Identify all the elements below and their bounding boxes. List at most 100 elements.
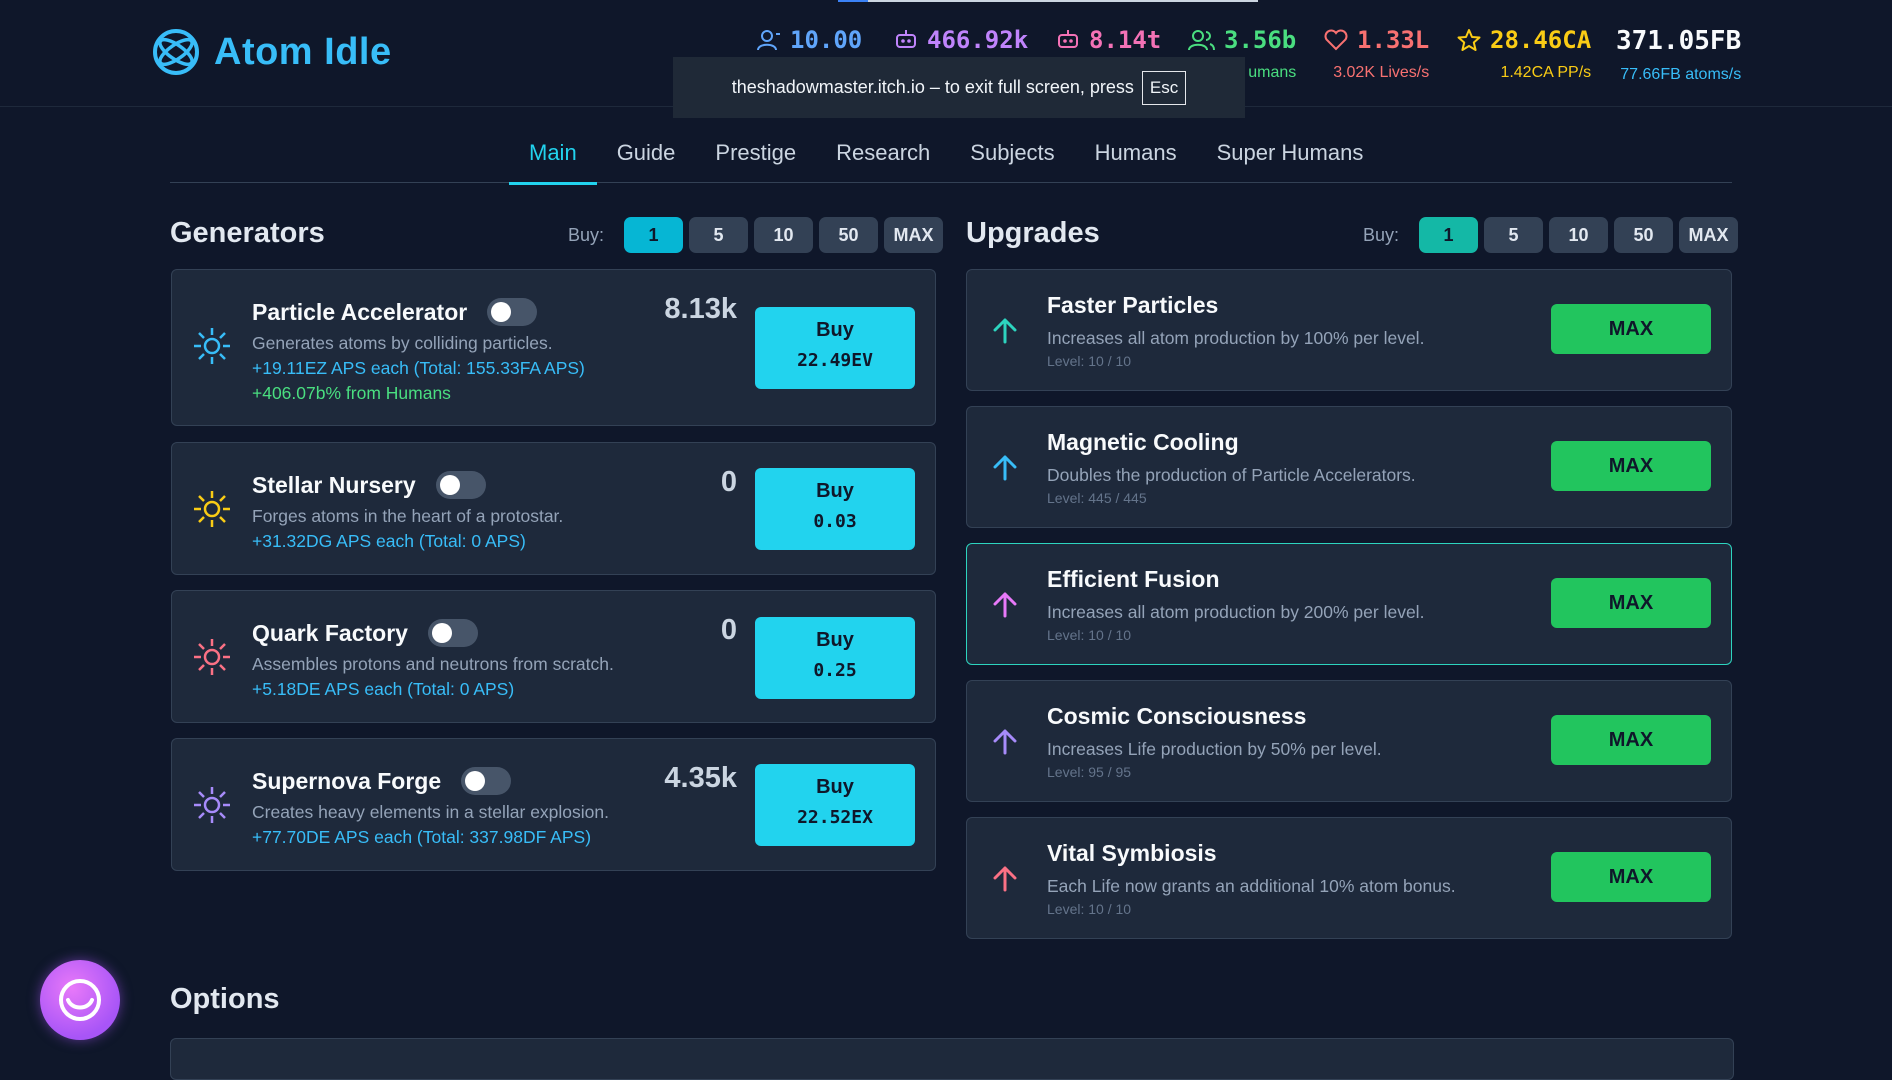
generator-desc: Creates heavy elements in a stellar expl… <box>252 802 609 822</box>
tab-main[interactable]: Main <box>509 130 597 185</box>
buy-button[interactable]: Buy 0.03 <box>755 468 915 550</box>
generator-aps: +19.11EZ APS each (Total: 155.33FA APS) <box>252 358 585 378</box>
generator-card-particle-accelerator: Particle Accelerator Generates atoms by … <box>171 269 936 426</box>
buy-label: Buy <box>816 480 854 502</box>
toast-text: theshadowmaster.itch.io – to exit full s… <box>731 77 1134 97</box>
upgrade-level: Level: 445 / 445 <box>1047 490 1147 506</box>
generator-desc: Forges atoms in the heart of a protostar… <box>252 506 564 526</box>
generator-card-supernova-forge: Supernova Forge Creates heavy elements i… <box>171 738 936 871</box>
stat-subjects: 10.00 <box>756 26 862 54</box>
max-button[interactable]: MAX <box>1551 304 1711 354</box>
generators-qty-max[interactable]: MAX <box>884 217 944 253</box>
generator-card-quark-factory: Quark Factory Assembles protons and neut… <box>171 590 936 723</box>
upgrades-buy-quantity: Buy: 1 5 10 50 MAX <box>1363 217 1739 253</box>
tab-prestige[interactable]: Prestige <box>695 130 816 182</box>
generator-aps: +5.18DE APS each (Total: 0 APS) <box>252 679 515 699</box>
stat-subjects-value: 10.00 <box>790 26 863 54</box>
upgrade-level: Level: 10 / 10 <box>1047 901 1132 917</box>
buy-cost: 0.25 <box>813 660 857 681</box>
stat-lives: 1.33L 3.02K Lives/s <box>1323 26 1429 82</box>
upgrade-card-magnetic-cooling: Magnetic Cooling Doubles the production … <box>966 406 1732 528</box>
auto-buy-toggle[interactable] <box>487 298 538 326</box>
arrow-up-icon <box>993 866 1017 892</box>
stat-prestige-value: 28.46CA <box>1490 26 1592 54</box>
robot-icon <box>896 30 916 48</box>
generators-title: Generators <box>170 217 325 249</box>
app-logo[interactable]: Atom Idle <box>152 28 392 76</box>
stat-robots-a-value: 466.92k <box>927 26 1029 54</box>
buy-cost: 22.52EX <box>797 807 873 828</box>
upgrade-desc: Doubles the production of Particle Accel… <box>1047 465 1416 485</box>
arrow-up-icon <box>993 455 1017 481</box>
generator-count: 0 <box>720 614 737 646</box>
generator-name: Stellar Nursery <box>252 471 416 498</box>
options-title: Options <box>170 983 280 1015</box>
auto-buy-toggle[interactable] <box>435 471 486 499</box>
upgrade-level: Level: 95 / 95 <box>1047 764 1132 780</box>
auto-buy-toggle[interactable] <box>427 619 478 647</box>
buy-button[interactable]: Buy 22.52EX <box>755 764 915 846</box>
sun-icon <box>194 491 230 527</box>
buy-label: Buy <box>816 319 854 341</box>
arrow-up-icon <box>993 729 1017 755</box>
auto-buy-toggle[interactable] <box>461 767 512 795</box>
upgrades-title: Upgrades <box>966 217 1100 249</box>
stat-prestige: 28.46CA 1.42CA PP/s <box>1456 26 1591 82</box>
generators-qty-1[interactable]: 1 <box>624 217 684 253</box>
upgrades-qty-50[interactable]: 50 <box>1614 217 1674 253</box>
tab-super-humans[interactable]: Super Humans <box>1197 130 1384 182</box>
arrow-up-icon <box>993 318 1017 344</box>
upgrade-name: Cosmic Consciousness <box>1047 703 1307 729</box>
generator-card-stellar-nursery: Stellar Nursery Forges atoms in the hear… <box>171 442 936 575</box>
heart-icon <box>1324 29 1348 51</box>
upgrade-card-faster-particles: Faster Particles Increases all atom prod… <box>966 269 1732 391</box>
max-button[interactable]: MAX <box>1551 441 1711 491</box>
upgrade-card-vital-symbiosis: Vital Symbiosis Each Life now grants an … <box>966 817 1732 939</box>
chat-assistant-button[interactable] <box>40 960 120 1040</box>
tab-subjects[interactable]: Subjects <box>950 130 1074 182</box>
upgrade-name: Efficient Fusion <box>1047 566 1220 592</box>
sun-icon <box>194 639 230 675</box>
upgrade-name: Vital Symbiosis <box>1047 840 1217 866</box>
generator-name: Quark Factory <box>252 619 408 646</box>
upgrade-level: Level: 10 / 10 <box>1047 353 1132 369</box>
upgrades-qty-5[interactable]: 5 <box>1484 217 1544 253</box>
generators-qty-50[interactable]: 50 <box>819 217 879 253</box>
upgrade-card-efficient-fusion: Efficient Fusion Increases all atom prod… <box>966 543 1732 665</box>
max-button[interactable]: MAX <box>1551 852 1711 902</box>
tab-research[interactable]: Research <box>816 130 950 182</box>
upgrades-qty-max[interactable]: MAX <box>1679 217 1739 253</box>
tab-guide[interactable]: Guide <box>597 130 696 182</box>
upgrades-qty-1[interactable]: 1 <box>1419 217 1479 253</box>
sun-icon <box>194 787 230 823</box>
buy-label: Buy: <box>568 224 605 245</box>
buy-cost: 22.49EV <box>797 350 873 371</box>
assistant-icon <box>59 979 101 1021</box>
upgrades-qty-10[interactable]: 10 <box>1549 217 1609 253</box>
upgrade-name: Faster Particles <box>1047 292 1219 318</box>
generator-aps: +77.70DE APS each (Total: 337.98DF APS) <box>252 827 592 847</box>
buy-button[interactable]: Buy 22.49EV <box>755 307 915 389</box>
generators-qty-10[interactable]: 10 <box>754 217 814 253</box>
upgrade-desc: Increases all atom production by 200% pe… <box>1047 602 1425 622</box>
generator-name: Supernova Forge <box>252 767 442 794</box>
stat-atoms-value: 371.05FB <box>1616 26 1742 56</box>
upgrade-level: Level: 10 / 10 <box>1047 627 1132 643</box>
generators-qty-5[interactable]: 5 <box>689 217 749 253</box>
stat-humans-value: 3.56b <box>1224 26 1297 54</box>
stat-prestige-sub: 1.42CA PP/s <box>1500 64 1592 81</box>
app-title: Atom Idle <box>214 30 392 73</box>
upgrade-desc: Increases all atom production by 100% pe… <box>1047 328 1425 348</box>
buy-button[interactable]: Buy 0.25 <box>755 617 915 699</box>
tab-humans[interactable]: Humans <box>1075 130 1197 182</box>
max-button[interactable]: MAX <box>1551 715 1711 765</box>
buy-label: Buy <box>816 776 854 798</box>
buy-cost: 0.03 <box>813 511 857 532</box>
star-icon <box>1457 29 1481 51</box>
users-icon <box>1188 30 1215 51</box>
generator-desc: Generates atoms by colliding particles. <box>252 333 553 353</box>
stat-atoms-sub: 77.66FB atoms/s <box>1620 66 1742 83</box>
robot-icon <box>1058 30 1078 48</box>
generator-count: 8.13k <box>664 293 737 325</box>
max-button[interactable]: MAX <box>1551 578 1711 628</box>
